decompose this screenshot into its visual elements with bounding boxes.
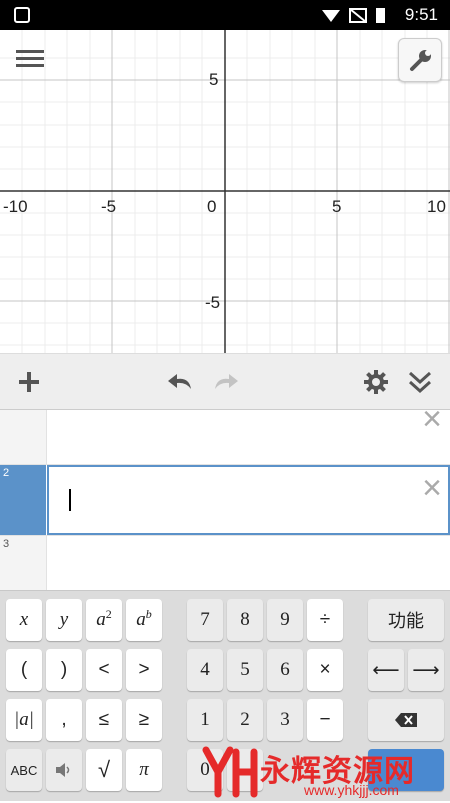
key-comma[interactable]: , [46, 699, 82, 741]
key-3[interactable]: 3 [267, 699, 303, 741]
key-greater-than[interactable]: > [126, 649, 162, 691]
expression-list: × 2 × 3 [0, 402, 450, 590]
x-tick-label: 5 [332, 197, 342, 216]
expression-row[interactable]: × [0, 402, 450, 465]
watermark-url: www.yhkjjj.com [304, 782, 399, 798]
status-bar: 9:51 [0, 0, 450, 30]
watermark-logo [202, 746, 258, 798]
cursor-left-button[interactable]: ⟵ [368, 649, 404, 691]
key-divide[interactable]: ÷ [307, 599, 343, 641]
key-less-than[interactable]: < [86, 649, 122, 691]
cursor-right-button[interactable]: ⟶ [408, 649, 444, 691]
key-close-paren[interactable]: ) [46, 649, 82, 691]
backspace-icon [395, 713, 417, 727]
expression-gutter: 3 [0, 536, 47, 590]
y-tick-label: 5 [209, 70, 219, 89]
key-a-squared[interactable]: a2 [86, 599, 122, 641]
graph-settings-button[interactable] [398, 38, 442, 82]
undo-icon [168, 374, 191, 389]
graph-grid [0, 30, 450, 353]
key-pi[interactable]: π [126, 749, 162, 791]
key-minus[interactable]: − [307, 699, 343, 741]
expression-row-active[interactable]: 2 × [0, 465, 450, 535]
abc-keyboard-button[interactable]: ABC [6, 749, 42, 791]
delete-expression-icon[interactable]: × [422, 402, 442, 436]
redo-button[interactable] [211, 371, 241, 393]
expression-input[interactable] [47, 465, 450, 535]
audio-button[interactable] [46, 749, 82, 791]
key-open-paren[interactable]: ( [6, 649, 42, 691]
double-chevron-down-icon [408, 371, 432, 394]
expression-row[interactable]: 3 [0, 535, 450, 590]
undo-button[interactable] [165, 371, 195, 393]
menu-button[interactable] [16, 47, 44, 71]
key-less-equal[interactable]: ≤ [86, 699, 122, 741]
text-cursor [69, 489, 71, 511]
wrench-icon [410, 50, 431, 71]
status-icons [322, 8, 385, 23]
expression-gutter: 2 [0, 465, 46, 535]
collapse-panel-button[interactable] [407, 369, 433, 395]
key-greater-equal[interactable]: ≥ [126, 699, 162, 741]
watermark-overlay: 永辉资源网 www.yhkjjj.com [200, 742, 450, 800]
functions-button[interactable]: 功能 [368, 599, 444, 641]
expression-input[interactable] [47, 536, 450, 590]
speaker-icon [56, 763, 70, 777]
expression-number: 2 [3, 467, 10, 479]
status-time: 9:51 [404, 5, 438, 24]
x-tick-label: 0 [207, 197, 217, 216]
y-tick-label: -5 [205, 293, 221, 312]
expression-number: 3 [3, 538, 10, 550]
expression-gutter [0, 410, 47, 464]
key-sqrt[interactable]: √ [86, 749, 122, 791]
backspace-button[interactable] [368, 699, 444, 741]
x-tick-label: -5 [101, 197, 117, 216]
key-absolute-value[interactable]: |a| [6, 699, 42, 741]
hamburger-icon [16, 50, 44, 53]
key-5[interactable]: 5 [227, 649, 263, 691]
key-4[interactable]: 4 [187, 649, 223, 691]
key-multiply[interactable]: × [307, 649, 343, 691]
key-8[interactable]: 8 [227, 599, 263, 641]
x-tick-label: -10 [3, 197, 28, 216]
key-x[interactable]: x [6, 599, 42, 641]
settings-button[interactable] [363, 369, 389, 395]
delete-expression-icon[interactable]: × [422, 471, 442, 505]
key-7[interactable]: 7 [187, 599, 223, 641]
key-a-power-b[interactable]: ab [126, 599, 162, 641]
key-y[interactable]: y [46, 599, 82, 641]
add-expression-button[interactable] [17, 370, 41, 394]
expression-toolbar [0, 353, 450, 410]
x-tick-label: 10 [427, 197, 446, 216]
graph-canvas[interactable]: -10 -5 0 5 10 5 -5 [0, 30, 450, 353]
app-notification-icon [14, 7, 30, 23]
expression-input[interactable] [47, 410, 450, 464]
key-6[interactable]: 6 [267, 649, 303, 691]
redo-icon [215, 374, 238, 389]
key-9[interactable]: 9 [267, 599, 303, 641]
key-1[interactable]: 1 [187, 699, 223, 741]
key-2[interactable]: 2 [227, 699, 263, 741]
